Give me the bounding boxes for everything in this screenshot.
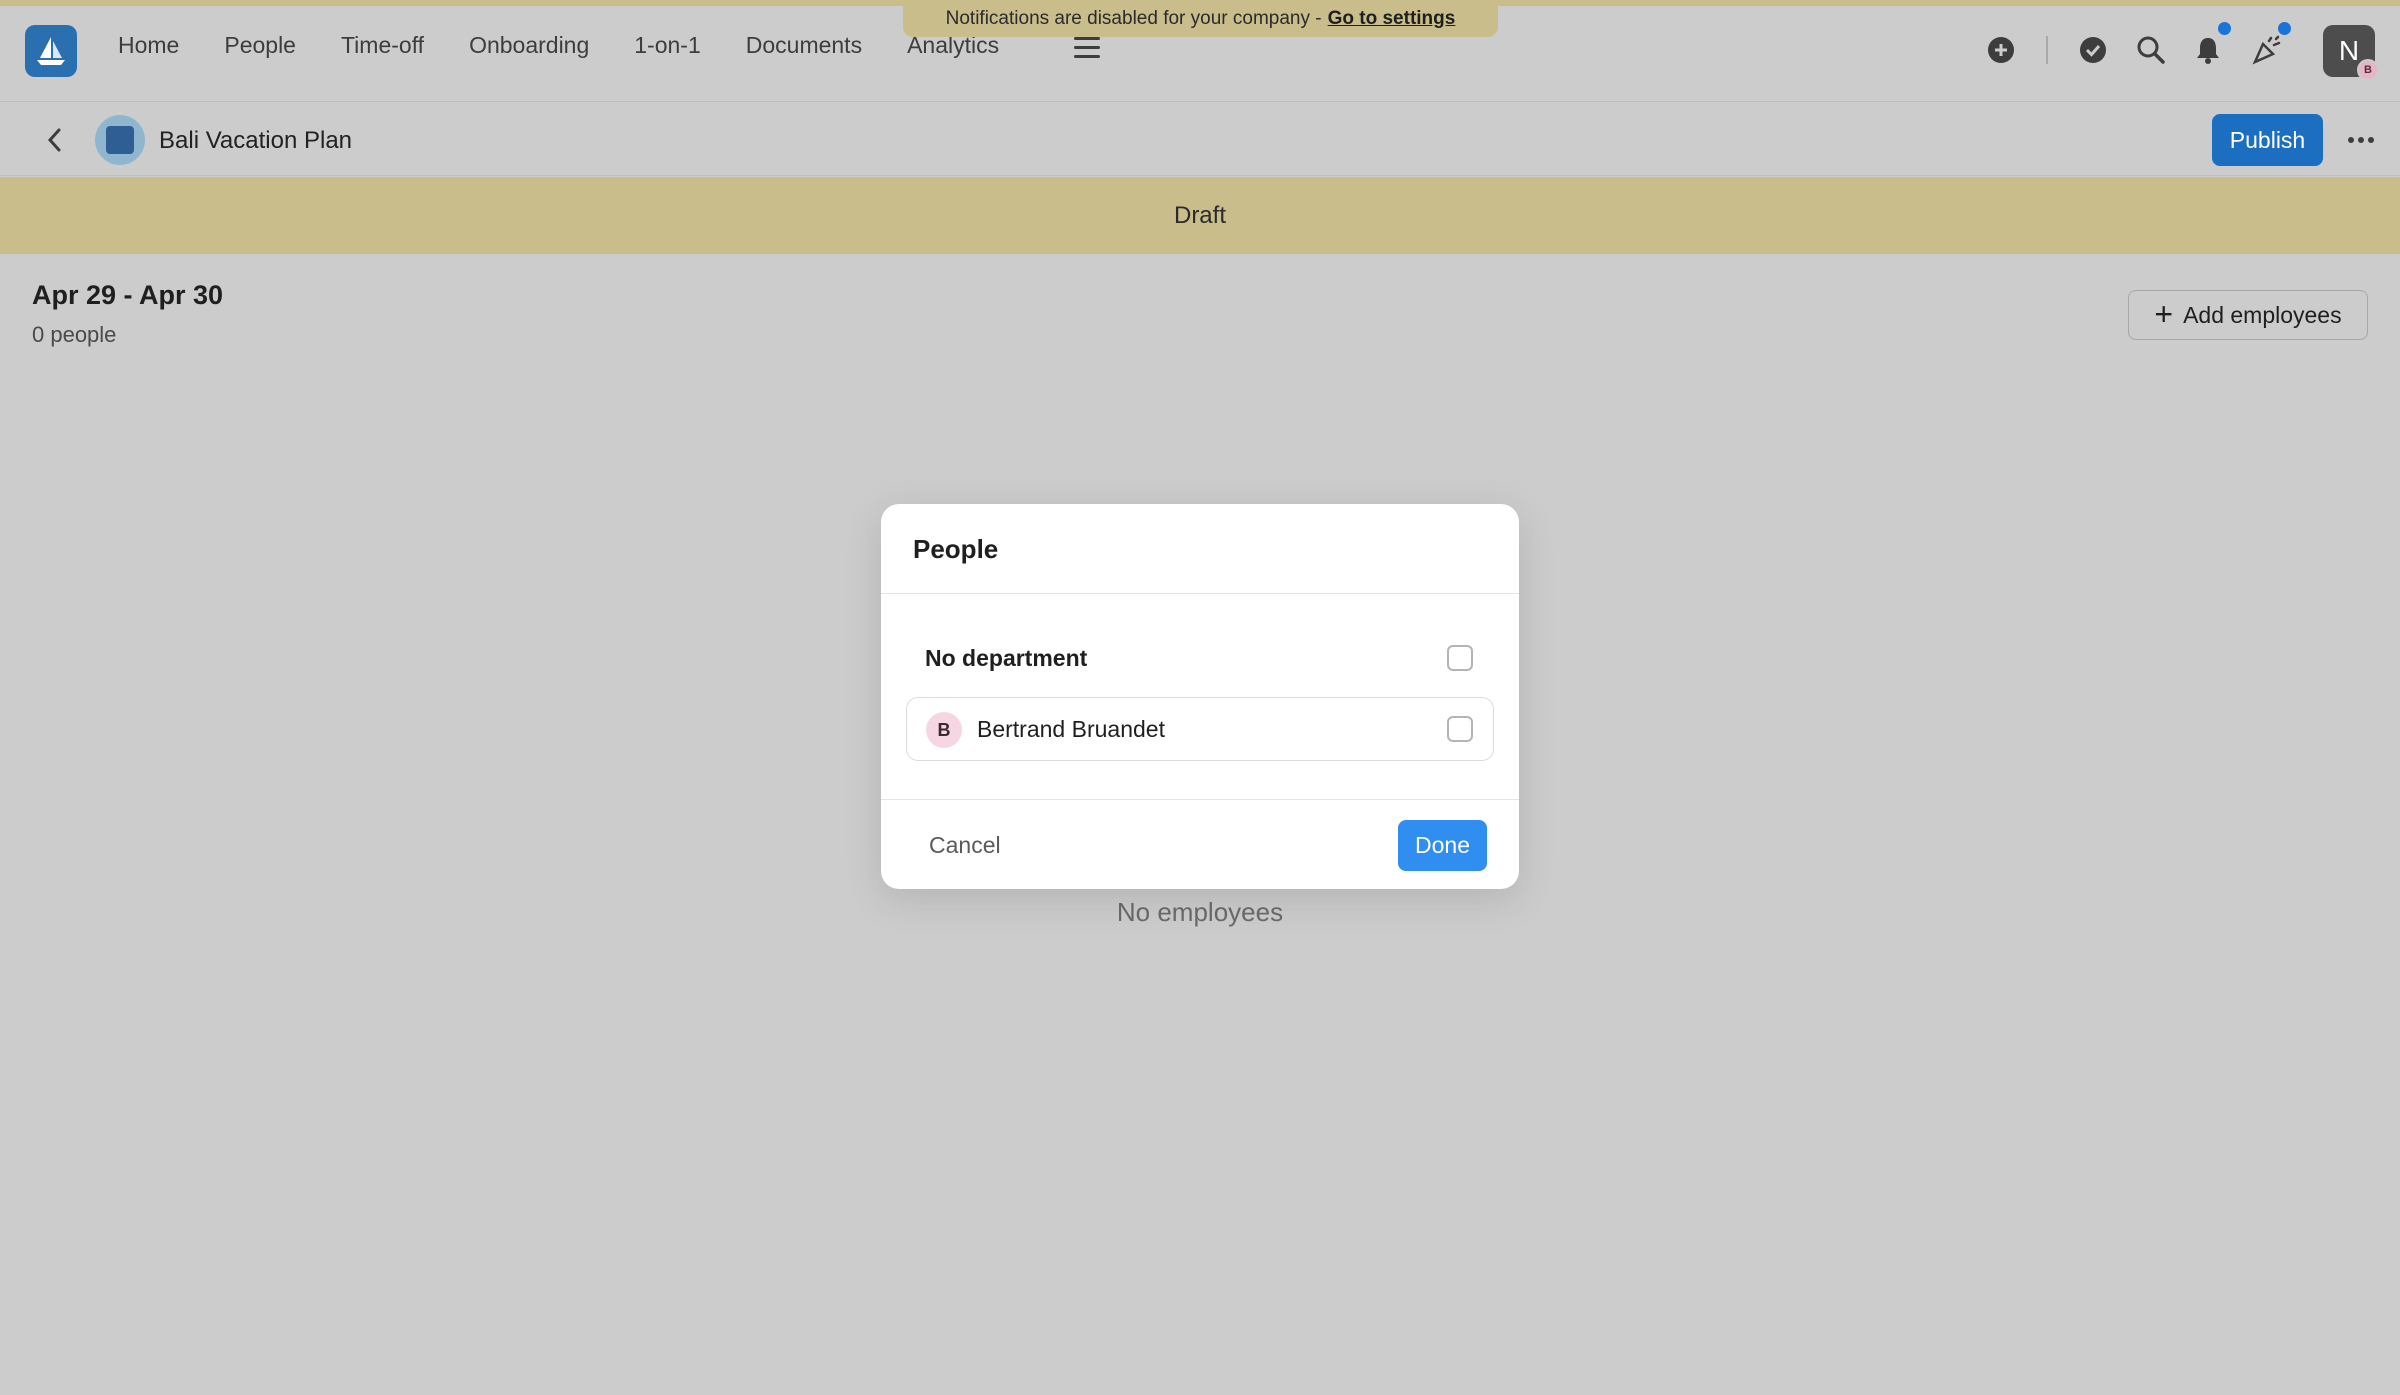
celebration-icon[interactable]: [2250, 22, 2291, 67]
group-label: No department: [925, 645, 1088, 671]
group-checkbox[interactable]: [1447, 645, 1473, 671]
back-button[interactable]: [40, 123, 70, 157]
person-row[interactable]: B Bertrand Bruandet: [906, 697, 1494, 761]
add-employees-label: Add employees: [2183, 301, 2342, 328]
user-avatar[interactable]: N B: [2323, 25, 2379, 81]
modal-divider: [881, 593, 1519, 594]
nav-home[interactable]: Home: [118, 32, 179, 59]
empty-state-text: No employees: [1116, 897, 1284, 927]
go-to-settings-link[interactable]: Go to settings: [1328, 8, 1456, 30]
sailboat-icon: [37, 37, 65, 65]
nav-links: Home People Time-off Onboarding 1-on-1 D…: [118, 32, 1044, 59]
nav-onboarding[interactable]: Onboarding: [469, 32, 589, 59]
add-circle-icon[interactable]: [1984, 33, 2018, 67]
person-checkbox[interactable]: [1447, 716, 1473, 742]
notification-dot: [2218, 22, 2231, 35]
menu-icon[interactable]: [1074, 37, 1100, 61]
publish-button[interactable]: Publish: [2212, 114, 2323, 166]
nav-1-on-1[interactable]: 1-on-1: [634, 32, 700, 59]
people-modal: People No department B Bertrand Bruandet…: [881, 504, 1519, 889]
user-badge: B: [2357, 59, 2379, 81]
nav-time-off[interactable]: Time-off: [341, 32, 424, 59]
more-icon[interactable]: [2348, 128, 2378, 152]
draft-banner: Draft: [0, 177, 2400, 254]
plan-icon: [95, 115, 145, 165]
updates-dot: [2278, 22, 2291, 35]
notification-banner: Notifications are disabled for your comp…: [903, 0, 1498, 37]
done-button[interactable]: Done: [1398, 820, 1487, 871]
people-count: 0 people: [32, 322, 117, 347]
plan-header: Bali Vacation Plan Publish: [0, 103, 2400, 176]
bell-icon[interactable]: [2191, 22, 2231, 67]
nav-people[interactable]: People: [224, 32, 296, 59]
person-avatar: B: [926, 712, 962, 748]
add-employees-button[interactable]: + Add employees: [2128, 290, 2368, 340]
check-circle-icon[interactable]: [2076, 33, 2110, 67]
chevron-left-icon: [47, 128, 61, 152]
plan-title: Bali Vacation Plan: [159, 127, 353, 154]
user-initial: N: [2338, 35, 2360, 66]
date-range: Apr 29 - Apr 30: [32, 280, 224, 310]
notification-text: Notifications are disabled for your comp…: [945, 7, 1322, 29]
search-icon[interactable]: [2134, 33, 2168, 67]
modal-title: People: [913, 534, 999, 564]
cancel-button[interactable]: Cancel: [929, 832, 1001, 859]
app-logo[interactable]: [25, 25, 77, 77]
page: Home People Time-off Onboarding 1-on-1 D…: [0, 0, 2400, 1395]
modal-footer-divider: [881, 799, 1519, 800]
person-name: Bertrand Bruandet: [977, 716, 1165, 742]
divider: [2046, 36, 2048, 64]
nav-documents[interactable]: Documents: [746, 32, 862, 59]
plus-icon: +: [2154, 295, 2174, 332]
